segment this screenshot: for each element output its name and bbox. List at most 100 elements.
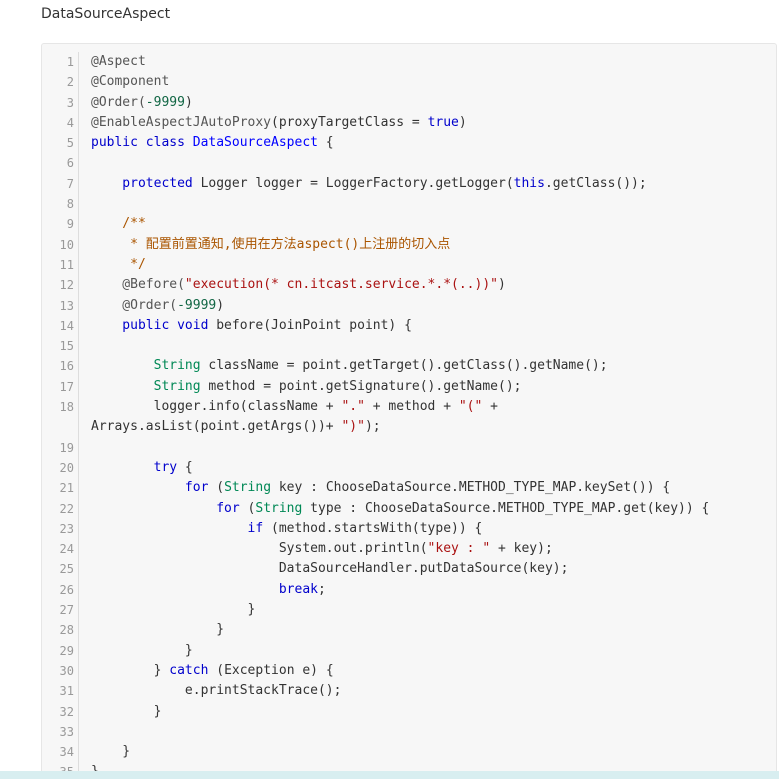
code-token: protected [91, 175, 201, 191]
line-number: 3 [66, 95, 74, 110]
code-token: } [91, 662, 170, 678]
code-token: ) [216, 297, 225, 313]
code-token: String [91, 378, 209, 394]
code-line: logger.info(className + "." + method + "… [91, 397, 776, 417]
code-line: */ [91, 255, 776, 275]
code-content: @Aspect @Component @Order(-9999) @EnableAsp… [91, 52, 776, 779]
line-number [42, 417, 78, 437]
code-token: } [91, 602, 256, 618]
code-token: for [91, 500, 240, 516]
code-token: { [177, 459, 193, 475]
code-token: DataSourceHandler.putDataSource(key); [91, 561, 569, 577]
line-number: 16 [59, 359, 74, 374]
code-token: } [91, 622, 225, 638]
code-line: try { [91, 458, 776, 478]
code-token: @Aspect [91, 54, 146, 69]
line-number: 4 [66, 115, 74, 130]
code-line: @EnableAspectJAutoProxy(proxyTargetClass… [91, 113, 776, 133]
code-token: @Order( [91, 297, 178, 313]
code-token: String [224, 480, 272, 496]
code-token: .getClass()); [544, 175, 647, 191]
code-token: -9999 [177, 297, 217, 313]
code-line: String className = point.getTarget().get… [91, 356, 776, 376]
code-token: ; [317, 581, 326, 597]
code-line: for (String key : ChooseDataSource.METHO… [91, 478, 776, 498]
code-token: /** [91, 216, 146, 232]
code-token: } [91, 744, 131, 760]
code-token: (Exception e) { [208, 662, 334, 678]
code-line: @Order(-9999) [91, 93, 776, 113]
code-line: Arrays.asList(point.getArgs())+ ")"); [91, 417, 776, 437]
line-number: 13 [59, 298, 74, 313]
line-number: 27 [59, 603, 74, 618]
code-token: -9999 [145, 94, 185, 110]
code-block: 1 2 3 4 5 6 7 8 9 10 11 12 13 14 15 16 17 18 19 20 21 22 23 24 2… [41, 43, 777, 779]
line-number: 5 [66, 136, 74, 151]
line-number: 33 [59, 724, 74, 739]
code-token: "(" [458, 399, 483, 415]
code-line: } catch (Exception e) { [91, 661, 776, 681]
code-token: public class [91, 135, 193, 151]
code-line: for (String type : ChooseDataSource.METH… [91, 499, 776, 519]
line-number: 22 [59, 501, 74, 516]
code-token: key : ChooseDataSource.METHOD_TYPE_MAP.k… [271, 480, 671, 496]
line-number: 25 [59, 562, 74, 577]
code-token: * 配置前置通知,使用在方法aspect()上注册的切入点 [91, 236, 451, 252]
code-token: before(JoinPoint point) { [216, 317, 412, 333]
code-line: } [91, 742, 776, 762]
code-line: } [91, 702, 776, 722]
line-number: 12 [59, 278, 74, 293]
code-token: className = point.getTarget().getClass()… [208, 358, 608, 374]
code-token: ( [208, 480, 225, 496]
line-number: 19 [59, 440, 74, 455]
line-number: 2 [66, 75, 74, 90]
line-number: 8 [66, 197, 74, 212]
line-number: 11 [59, 257, 74, 272]
line-number-gutter: 1 2 3 4 5 6 7 8 9 10 11 12 13 14 15 16 17 18 19 20 21 22 23 24 2… [42, 52, 79, 779]
code-token: + method + [364, 399, 459, 415]
code-token: try [91, 459, 178, 475]
code-token: break [91, 581, 318, 597]
code-token: if [91, 520, 264, 536]
code-token: method = point.getSignature().getName(); [208, 378, 522, 394]
code-token: true [427, 114, 459, 130]
line-number: 10 [59, 237, 74, 252]
code-line: e.printStackTrace(); [91, 681, 776, 701]
code-token: logger.info(className + [91, 399, 342, 415]
code-token: */ [91, 256, 146, 272]
line-number: 14 [59, 318, 74, 333]
code-token: @Order( [91, 94, 146, 110]
code-token: + [482, 399, 498, 415]
line-number: 15 [59, 339, 74, 354]
code-token: Arrays.asList(point.getArgs())+ [91, 419, 342, 435]
code-token: "execution(* cn.itcast.service.*.*(..))" [184, 277, 498, 293]
bottom-bar [0, 771, 779, 779]
line-number: 21 [59, 481, 74, 496]
line-number: 31 [59, 684, 74, 699]
code-token: } [91, 703, 162, 719]
code-line: @Aspect [91, 52, 776, 72]
code-line: /** [91, 214, 776, 234]
line-number: 30 [59, 663, 74, 678]
code-token: @Component [91, 74, 170, 90]
code-token: ) [184, 94, 193, 110]
code-token: (proxyTargetClass = [271, 114, 428, 130]
code-line: * 配置前置通知,使用在方法aspect()上注册的切入点 [91, 235, 776, 255]
code-token: @Before( [91, 277, 185, 293]
line-number: 32 [59, 704, 74, 719]
code-token: catch [169, 662, 209, 678]
code-token: System.out.println( [91, 541, 428, 557]
page-title: DataSourceAspect [41, 6, 171, 22]
code-token: type : ChooseDataSource.METHOD_TYPE_MAP.… [302, 500, 710, 516]
code-token: } [91, 642, 193, 658]
code-line: DataSourceHandler.putDataSource(key); [91, 559, 776, 579]
line-number: 20 [59, 460, 74, 475]
line-number: 6 [66, 156, 74, 171]
code-line: public class DataSourceAspect { [91, 133, 776, 153]
line-number: 28 [59, 623, 74, 638]
line-number: 26 [59, 582, 74, 597]
